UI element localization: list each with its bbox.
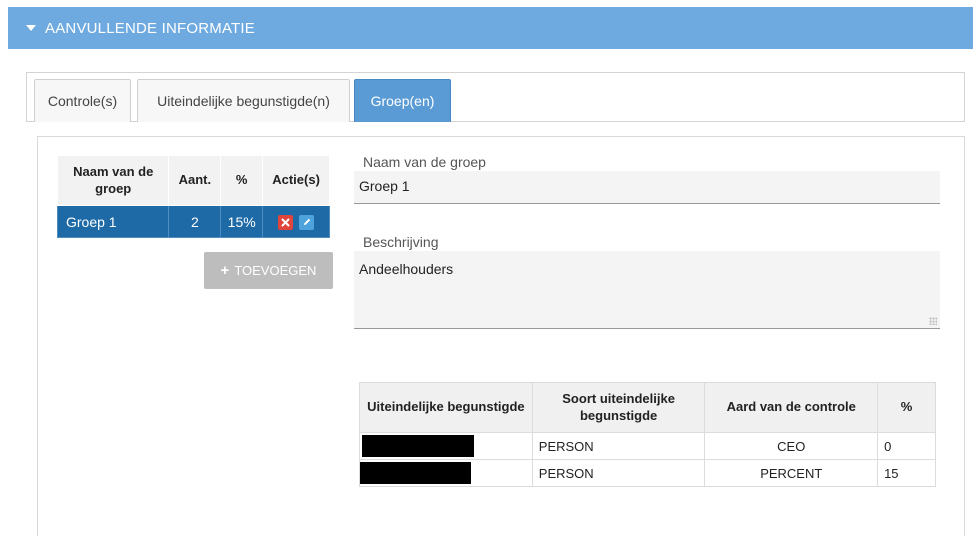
redacted-name [362, 435, 474, 457]
cell-control: PERCENT [704, 459, 879, 487]
cell-group-name: Groep 1 [56, 205, 170, 238]
col-header-type: Soort uiteindelijke begunstigde [531, 382, 706, 433]
section-title: AANVULLENDE INFORMATIE [45, 19, 255, 37]
section-header-aanvullende-informatie[interactable]: AANVULLENDE INFORMATIE [8, 7, 973, 49]
add-button-label: TOEVOEGEN [234, 263, 317, 278]
table-row[interactable]: PERSON PERCENT 15 [359, 459, 936, 487]
cell-pct: 15% [220, 205, 264, 238]
tab-label: Groep(en) [370, 93, 435, 109]
cell-type: PERSON [531, 459, 706, 487]
description-textarea[interactable]: Andeelhouders [354, 251, 940, 329]
plus-icon: + [220, 262, 230, 279]
col-header-name: Naam van de groep [56, 155, 170, 206]
edit-pencil-icon[interactable] [299, 214, 314, 230]
tab-groepen[interactable]: Groep(en) [354, 79, 451, 122]
col-header-control: Aard van de controle [704, 382, 879, 433]
tab-controles[interactable]: Controle(s) [34, 79, 131, 122]
beneficiaries-table: Uiteindelijke begunstigde Soort uiteinde… [359, 382, 936, 487]
groups-table: Naam van de groep Aant. % Actie(s) Groep… [56, 155, 330, 238]
group-name-input[interactable]: Groep 1 [354, 171, 940, 204]
description-label: Beschrijving [363, 234, 439, 250]
cell-pct: 15 [877, 459, 936, 487]
cell-beneficiary [359, 432, 533, 460]
description-value: Andeelhouders [359, 261, 454, 277]
redacted-name [360, 462, 471, 484]
cell-pct: 0 [877, 432, 936, 460]
delete-icon[interactable] [278, 214, 294, 230]
caret-down-icon [26, 25, 36, 31]
tab-uiteindelijke-begunstigden[interactable]: Uiteindelijke begunstigde(n) [137, 79, 350, 122]
table-row[interactable]: Groep 1 2 15% [56, 205, 330, 238]
col-header-count: Aant. [168, 155, 222, 206]
tab-label: Uiteindelijke begunstigde(n) [157, 93, 330, 109]
cell-control: CEO [704, 432, 879, 460]
col-header-pct: % [877, 382, 936, 433]
tab-label: Controle(s) [47, 93, 118, 109]
cell-beneficiary [359, 459, 533, 487]
table-row[interactable]: PERSON CEO 0 [359, 432, 936, 460]
cell-type: PERSON [531, 432, 706, 460]
cell-actions [262, 205, 330, 238]
resize-grip-icon[interactable] [929, 317, 937, 325]
group-name-label: Naam van de groep [363, 154, 486, 170]
cell-count: 2 [168, 205, 222, 238]
tab-bar: Controle(s) Uiteindelijke begunstigde(n)… [26, 72, 965, 122]
col-header-pct: % [220, 155, 264, 206]
col-header-beneficiary: Uiteindelijke begunstigde [359, 382, 533, 433]
add-group-button[interactable]: + TOEVOEGEN [204, 252, 333, 289]
col-header-actions: Actie(s) [262, 155, 330, 206]
